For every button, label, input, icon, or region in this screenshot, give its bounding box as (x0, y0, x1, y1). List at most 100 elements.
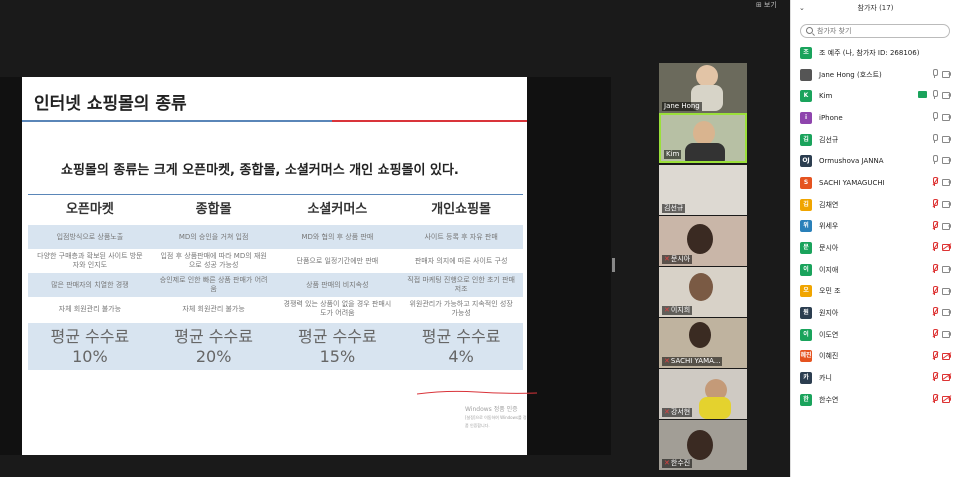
participant-name: 이지애 (819, 265, 839, 274)
camera-icon[interactable] (942, 156, 951, 165)
mic-icon[interactable] (931, 133, 938, 143)
table-cell: 경쟁력 있는 상품이 없을 경우 판매시도가 어려움 (283, 300, 392, 317)
participant-row[interactable]: 혜진 이혜진 (790, 346, 960, 368)
camera-icon[interactable] (942, 200, 951, 208)
participant-status-icons (931, 350, 952, 360)
grid-icon: ⊞ (756, 1, 762, 9)
mic-icon[interactable] (931, 112, 938, 122)
mic-muted-icon[interactable] (931, 285, 939, 295)
participant-row[interactable]: K Kim (790, 85, 960, 107)
participant-status-icons (931, 285, 951, 295)
mic-muted-icon[interactable] (931, 394, 939, 403)
meeting-window: ⊞ 보기 인터넷 쇼핑몰의 종류 쇼핑몰의 종류는 크게 오픈마켓, 종합몰, … (0, 0, 960, 477)
avatar: i (800, 111, 812, 124)
camera-icon[interactable] (942, 178, 951, 187)
table-cell: 단품으로 일정기간에만 판매 (296, 256, 379, 265)
avatar: K (800, 90, 812, 103)
participant-row[interactable]: 원 원지아 (790, 302, 960, 324)
avatar: 카 (800, 372, 812, 385)
participant-name: 오민 조 (819, 287, 841, 296)
camera-icon[interactable] (942, 113, 951, 122)
view-button[interactable]: ⊞ 보기 (756, 0, 777, 10)
tile-name-text: Kim (666, 150, 680, 158)
mic-icon[interactable] (931, 155, 938, 165)
participant-row[interactable]: Jane Hong (호스트) (790, 64, 960, 86)
camera-icon[interactable] (942, 265, 951, 273)
camera-off-icon[interactable] (942, 395, 952, 403)
camera-icon[interactable] (942, 308, 951, 317)
video-tile[interactable]: ✕ SACHI YAMA... (659, 318, 747, 368)
mic-muted-icon[interactable] (931, 307, 939, 317)
fee-label: 평균 수수료 (421, 327, 501, 346)
participant-row[interactable]: 카 카니 (790, 367, 960, 389)
mic-muted-icon[interactable] (931, 242, 939, 252)
camera-off-icon[interactable] (942, 373, 952, 382)
mic-muted-icon[interactable] (931, 177, 939, 187)
participant-row[interactable]: 문 문시아 (790, 237, 960, 259)
tile-name-text: 한수진 (670, 459, 691, 467)
participant-status-icons (931, 177, 951, 187)
participant-name: Jane Hong (호스트) (819, 70, 882, 79)
participant-row[interactable]: OJ Ormushova JANNA (790, 150, 960, 172)
screen-share-icon (918, 91, 927, 99)
camera-icon[interactable] (942, 330, 951, 338)
mic-muted-icon[interactable] (931, 220, 939, 230)
participant-row[interactable]: i iPhone (790, 107, 960, 129)
mic-muted-icon[interactable] (931, 350, 939, 360)
participant-row[interactable]: 김 김선규 (790, 129, 960, 151)
video-tile[interactable]: ✕ 강서현 (659, 369, 747, 419)
camera-icon[interactable] (942, 222, 951, 230)
watermark-subtitle: [설정]으로 이동하여 Windows를 정품 인증합니다. (465, 415, 527, 428)
participant-row[interactable]: 김 김채연 (790, 194, 960, 216)
avatar: 이 (800, 263, 812, 276)
participant-face (696, 65, 718, 87)
tile-name: ✕ 한수진 (662, 459, 693, 468)
mic-muted-icon[interactable] (931, 263, 939, 273)
participant-row[interactable]: S SACHI YAMAGUCHI (790, 172, 960, 194)
mic-muted-icon[interactable] (931, 198, 939, 208)
participant-name: 원지아 (819, 309, 839, 318)
fee-value: 10% (72, 347, 108, 366)
participant-status-icons (931, 198, 951, 208)
column-header: 소셜커머스 (307, 202, 368, 217)
mic-icon[interactable] (931, 90, 938, 100)
title-underline-red (332, 120, 527, 122)
mic-muted-icon[interactable] (931, 372, 939, 382)
tile-name-text: Jane Hong (664, 102, 700, 110)
video-tile[interactable]: Jane Hong (659, 63, 747, 113)
participant-row[interactable]: 한 한수연 (790, 389, 960, 411)
participant-row[interactable]: 위 위세우 (790, 216, 960, 238)
participant-row[interactable]: 오 오민 조 (790, 281, 960, 303)
video-tile[interactable]: ✕ 한수진 (659, 420, 747, 470)
table-cell: 자체 회원관리 불가능 (182, 304, 245, 313)
split-handle[interactable] (612, 258, 615, 272)
camera-icon[interactable] (942, 91, 951, 100)
tile-name-text: SACHI YAMA... (670, 357, 721, 365)
fee-row: 평균 수수료 10% 평균 수수료 20% 평균 수수료 15% 평균 수수료 … (28, 323, 523, 370)
camera-icon[interactable] (942, 70, 951, 78)
shared-slide: 인터넷 쇼핑몰의 종류 쇼핑몰의 종류는 크게 오픈마켓, 종합몰, 소셜커머스… (22, 77, 537, 455)
participant-status-icons (931, 133, 951, 143)
share-letterbox-right (527, 77, 611, 455)
participant-row[interactable]: 조 조 예주 (나, 참가자 ID: 268106) (790, 42, 960, 64)
camera-off-icon[interactable] (942, 243, 952, 252)
slide-title: 인터넷 쇼핑몰의 종류 (34, 94, 187, 114)
participant-row[interactable]: 이 이지애 (790, 259, 960, 281)
participant-status-icons (931, 68, 951, 78)
fee-label: 평균 수수료 (174, 327, 253, 346)
mic-icon[interactable] (931, 68, 938, 78)
camera-off-icon[interactable] (942, 351, 952, 360)
video-tile[interactable]: ✕ 이지희 (659, 267, 747, 317)
camera-icon[interactable] (942, 287, 951, 295)
fee-cell: 평균 수수료 4% (399, 323, 523, 370)
camera-icon[interactable] (942, 135, 951, 143)
participant-search-input[interactable]: 참가자 찾기 (800, 24, 950, 38)
avatar: OJ (800, 155, 812, 168)
mic-muted-icon[interactable] (931, 328, 939, 338)
video-tile-active[interactable]: Kim (659, 113, 747, 163)
video-tile[interactable]: ✕ 문시아 (659, 216, 747, 266)
table-cell: 자체 회원관리 불가능 (58, 304, 122, 313)
video-tile[interactable]: 김선규 (659, 165, 747, 215)
avatar: 문 (800, 242, 812, 255)
participant-row[interactable]: 이 이도연 (790, 324, 960, 346)
